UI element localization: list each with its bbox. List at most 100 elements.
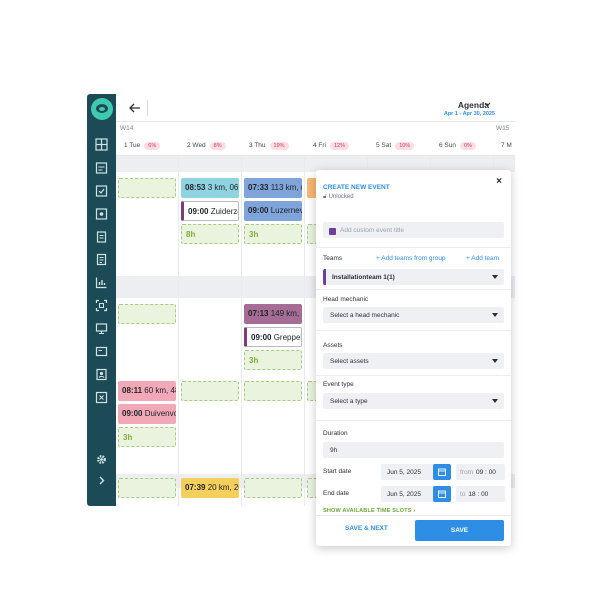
event-text: 3 km, 06 [207, 183, 239, 192]
available-slot[interactable] [118, 304, 176, 324]
start-date-label: Start date [323, 468, 352, 475]
team-value: Installationteam 1(1) [332, 274, 395, 281]
divider [316, 375, 511, 376]
chart-icon[interactable] [95, 276, 108, 289]
divider [316, 247, 511, 248]
back-arrow-icon[interactable] [128, 102, 142, 114]
event-time: 09:00 [122, 409, 143, 418]
color-swatch[interactable] [329, 228, 336, 235]
slot-hours[interactable]: 3h [244, 350, 302, 370]
day-label: 2 Wed [187, 142, 206, 149]
duration-input[interactable]: 9h [323, 442, 504, 458]
slot-hours[interactable]: 8h [181, 224, 239, 244]
calendar-event[interactable]: 08:11 60 km, 48 [118, 381, 176, 401]
event-time: 07:13 [248, 309, 269, 318]
chevron-down-icon[interactable] [484, 101, 491, 108]
event-type-label: Event type [323, 381, 354, 388]
calendar-event[interactable]: 07:33 113 km, ( [244, 178, 302, 198]
column-divider [241, 156, 242, 506]
week-label: W15 [496, 125, 510, 132]
load-badge: 8% [209, 142, 226, 150]
calendar-event[interactable]: 09:00 Luzernev [244, 201, 302, 221]
assets-select[interactable]: Select assets [323, 353, 504, 369]
add-teams-from-group-link[interactable]: + Add teams from group [376, 255, 446, 262]
day-label: 6 Sun [439, 142, 456, 149]
slot-hours[interactable]: 3h [118, 427, 176, 447]
dashboard-icon[interactable] [95, 138, 108, 151]
start-date-picker-button[interactable] [433, 464, 451, 480]
available-slot[interactable] [181, 381, 239, 401]
head-mechanic-select[interactable]: Select a head mechanic [323, 307, 504, 323]
add-team-link[interactable]: + Add team [466, 255, 499, 262]
show-time-slots-link[interactable]: SHOW AVAILABLE TIME SLOTS › [323, 508, 415, 514]
app-logo[interactable] [91, 98, 113, 120]
card-icon[interactable] [95, 345, 108, 358]
available-slot[interactable] [244, 478, 302, 498]
document-icon[interactable] [95, 253, 108, 266]
calendar-event[interactable]: 07:39 20 km, 20 [181, 478, 239, 498]
calendar-user-icon[interactable] [95, 207, 108, 220]
panel-footer: SAVE & NEXT SAVE [316, 515, 511, 546]
available-slot[interactable] [244, 381, 302, 401]
day-label: 3 Thu [249, 142, 266, 149]
calendar-event[interactable]: 09:00 Duivenvo [118, 404, 176, 424]
save-next-button[interactable]: SAVE & NEXT [345, 525, 388, 532]
load-badge: 0% [460, 142, 476, 150]
close-button[interactable]: × [496, 176, 502, 187]
lock-status[interactable]: 🔓︎ Unlocked [323, 194, 354, 201]
day-header[interactable]: 2 Wed 8% [187, 142, 226, 150]
event-time: 08:11 [122, 386, 143, 395]
save-button[interactable]: SAVE [415, 520, 504, 541]
event-time: 07:39 [185, 483, 206, 492]
calendar-event[interactable]: 07:13 149 km, ( [244, 304, 302, 324]
box-x-icon[interactable] [95, 391, 108, 404]
available-slot[interactable] [118, 478, 176, 498]
lock-status-label: Unlocked [328, 194, 354, 200]
calendar-event[interactable]: 08:53 3 km, 06 [181, 178, 239, 198]
end-time-input[interactable]: to 18 : 00 [456, 486, 505, 502]
calendar-event[interactable]: 09:00 Greppelr [244, 327, 302, 347]
day-header[interactable]: 4 Fri 12% [313, 142, 350, 150]
scan-icon[interactable] [95, 299, 108, 312]
calendar-check-icon[interactable] [95, 184, 108, 197]
divider [316, 420, 511, 421]
day-header[interactable]: 7 M [501, 142, 512, 149]
chevron-right-icon[interactable] [95, 474, 108, 487]
day-header[interactable]: 3 Thu 19% [249, 142, 289, 150]
load-badge: 6% [144, 142, 161, 150]
contact-icon[interactable] [95, 368, 108, 381]
calendar-event[interactable]: 09:00 Zuiderze [181, 201, 239, 221]
calendar-list-icon[interactable] [95, 161, 108, 174]
event-type-select[interactable]: Select a type [323, 393, 504, 409]
date-range: Apr 1 - Apr 30, 2025 [443, 111, 495, 117]
clipboard-icon[interactable] [95, 230, 108, 243]
caret-down-icon [492, 359, 498, 363]
load-badge: 12% [330, 142, 350, 150]
unlock-icon: 🔓︎ [323, 194, 327, 200]
start-time-input[interactable]: from 09 : 00 [456, 464, 505, 480]
available-slot[interactable] [118, 178, 176, 198]
event-time: 09:00 [251, 333, 272, 342]
divider [316, 289, 511, 290]
gear-icon[interactable] [95, 453, 108, 466]
divider [147, 100, 148, 116]
event-text: 20 km, 20 [207, 483, 239, 492]
assets-label: Assets [323, 342, 343, 349]
event-title-input[interactable]: Add custom event title [323, 222, 504, 238]
end-date-picker-button[interactable] [433, 486, 451, 502]
event-time: 09:00 [188, 207, 209, 216]
caret-down-icon [492, 275, 498, 279]
day-header[interactable]: 5 Sat 10% [376, 142, 415, 150]
team-select[interactable]: Installationteam 1(1) [323, 269, 504, 285]
day-label: 7 M [501, 142, 512, 149]
day-header[interactable]: 1 Tue 6% [124, 142, 161, 150]
load-badge: 19% [269, 142, 289, 150]
day-header[interactable]: 6 Sun 0% [439, 142, 476, 150]
end-date-label: End date [323, 490, 350, 497]
teams-label: Teams [323, 255, 343, 262]
panel-title: CREATE NEW EVENT [323, 184, 390, 191]
top-bar: Agenda Apr 1 - Apr 30, 2025 [116, 94, 515, 122]
day-label: 4 Fri [313, 142, 326, 149]
monitor-icon[interactable] [95, 322, 108, 335]
slot-hours[interactable]: 3h [244, 224, 302, 244]
